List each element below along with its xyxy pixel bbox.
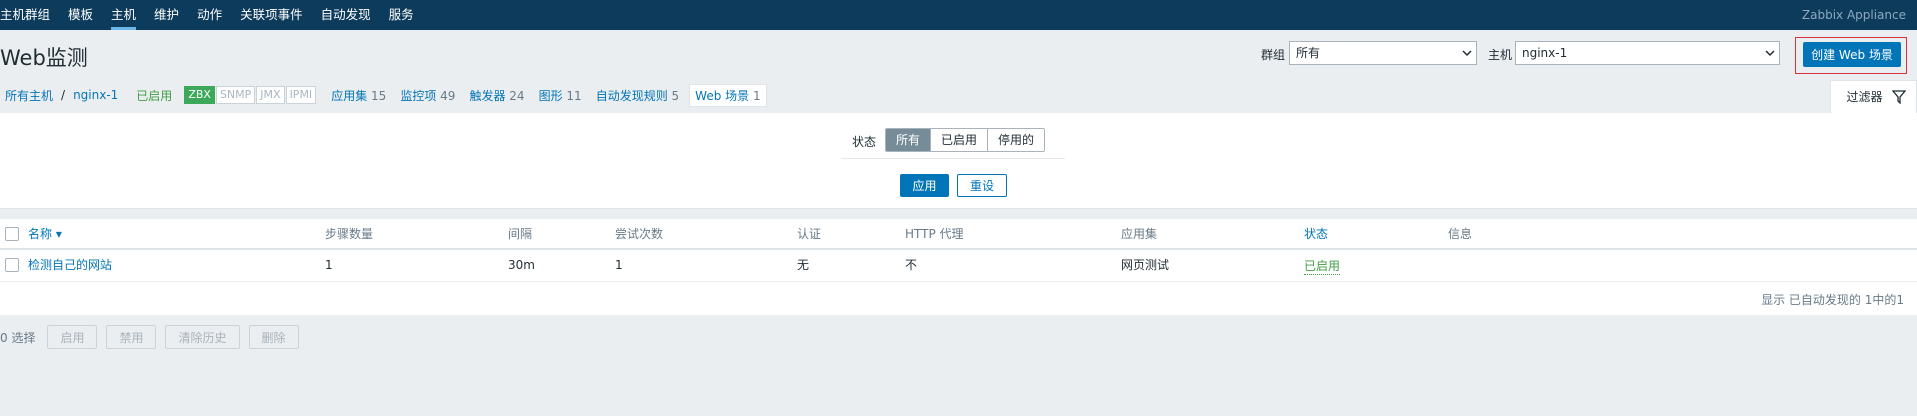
link-triggers[interactable]: 触发器 24 <box>469 87 524 104</box>
breadcrumb-all-hosts[interactable]: 所有主机 <box>5 87 53 104</box>
zbx-tag: ZBX <box>184 86 215 104</box>
brand-label: Zabbix Appliance <box>1801 8 1906 22</box>
nav-item-templates[interactable]: 模板 <box>59 0 102 30</box>
group-select[interactable]: 所有 <box>1289 41 1477 65</box>
group-label: 群组 <box>1261 48 1286 62</box>
host-select-value: nginx-1 <box>1522 46 1568 60</box>
disable-button[interactable]: 禁用 <box>106 325 157 349</box>
top-navigation: 主机群组 模板 主机 维护 动作 关联项事件 自动发现 服务 Zabbix Ap… <box>0 0 1917 30</box>
authentication-value: 无 <box>797 258 810 272</box>
chevron-down-icon <box>1765 50 1775 57</box>
select-all-checkbox[interactable] <box>5 227 19 241</box>
host-select[interactable]: nginx-1 <box>1515 41 1780 65</box>
status-link[interactable]: 已启用 <box>1304 258 1341 275</box>
state-option-all[interactable]: 所有 <box>886 129 931 151</box>
enable-button[interactable]: 启用 <box>47 325 98 349</box>
column-http-proxy: HTTP 代理 <box>905 227 964 241</box>
table-header: 名称 ▾ 步骤数量 间隔 尝试次数 认证 HTTP 代理 应用集 状态 信息 <box>0 219 1917 250</box>
nav-item-host-groups[interactable]: 主机群组 <box>0 0 59 30</box>
action-bar: 0 选择 启用 禁用 清除历史 删除 <box>0 325 308 349</box>
column-status[interactable]: 状态 <box>1304 219 1328 249</box>
link-items[interactable]: 监控项 49 <box>400 87 455 104</box>
web-scenarios-table: 名称 ▾ 步骤数量 间隔 尝试次数 认证 HTTP 代理 应用集 状态 信息 检… <box>0 219 1917 315</box>
selected-count: 0 选择 <box>0 330 36 345</box>
column-interval: 间隔 <box>508 227 533 241</box>
nav-item-services[interactable]: 服务 <box>380 0 423 30</box>
nav-item-actions[interactable]: 动作 <box>188 0 231 30</box>
filter-tab[interactable]: 过滤器 <box>1830 80 1917 113</box>
host-label: 主机 <box>1488 48 1513 62</box>
column-attempts: 尝试次数 <box>615 227 664 241</box>
chevron-down-icon <box>1462 50 1472 57</box>
group-select-value: 所有 <box>1296 46 1321 60</box>
reset-button[interactable]: 重设 <box>957 174 1007 197</box>
availability-tags: ZBX SNMP JMX IPMI <box>184 86 317 104</box>
steps-value: 1 <box>325 258 333 272</box>
apply-button[interactable]: 应用 <box>900 174 949 197</box>
page-title: Web监测 <box>0 46 88 70</box>
create-button-highlight: 创建 Web 场景 <box>1795 37 1907 74</box>
paging-summary: 显示 已自动发现的 1中的1 <box>1761 293 1904 307</box>
breadcrumb-separator: / <box>61 88 66 102</box>
filter-divider <box>841 158 1065 159</box>
filter-panel: 状态 所有 已启用 停用的 应用 重设 <box>0 113 1917 209</box>
nav-item-hosts[interactable]: 主机 <box>102 0 145 30</box>
application-value: 网页测试 <box>1121 258 1170 272</box>
tab-web-scenarios[interactable]: Web 场景 1 <box>689 83 767 107</box>
column-name[interactable]: 名称 ▾ <box>28 219 62 249</box>
filter-tab-label: 过滤器 <box>1846 90 1883 104</box>
http-proxy-value: 不 <box>905 258 918 272</box>
breadcrumb: 所有主机 / nginx-1 已启用 ZBX SNMP JMX IPMI 应用集… <box>0 83 767 107</box>
row-checkbox[interactable] <box>5 258 19 272</box>
snmp-tag: SNMP <box>215 86 256 104</box>
create-web-scenario-button[interactable]: 创建 Web 场景 <box>1803 42 1901 67</box>
delete-button[interactable]: 删除 <box>248 325 299 349</box>
state-segmented-control: 所有 已启用 停用的 <box>885 128 1046 152</box>
breadcrumb-host[interactable]: nginx-1 <box>73 88 118 102</box>
column-application: 应用集 <box>1121 227 1158 241</box>
state-label: 状态 <box>852 135 877 149</box>
nav-item-discovery[interactable]: 自动发现 <box>312 0 380 30</box>
clear-history-button[interactable]: 清除历史 <box>165 325 240 349</box>
ipmi-tag: IPMI <box>285 86 317 104</box>
link-discovery-rules[interactable]: 自动发现规则 5 <box>596 87 679 104</box>
nav-menu: 主机群组 模板 主机 维护 动作 关联项事件 自动发现 服务 <box>0 0 423 30</box>
jmx-tag: JMX <box>256 86 285 104</box>
interval-value: 30m <box>508 258 535 272</box>
scenario-name-link[interactable]: 检测自己的网站 <box>28 250 112 280</box>
column-authentication: 认证 <box>797 227 822 241</box>
state-option-enabled[interactable]: 已启用 <box>930 129 988 151</box>
table-row: 检测自己的网站 1 30m 1 无 不 网页测试 已启用 <box>0 250 1917 282</box>
link-graphs[interactable]: 图形 11 <box>539 87 582 104</box>
nav-item-maintenance[interactable]: 维护 <box>145 0 188 30</box>
nav-item-correlation[interactable]: 关联项事件 <box>231 0 312 30</box>
state-option-disabled[interactable]: 停用的 <box>987 129 1045 151</box>
column-info: 信息 <box>1448 227 1473 241</box>
host-status[interactable]: 已启用 <box>136 87 172 104</box>
attempts-value: 1 <box>615 258 623 272</box>
link-applications[interactable]: 应用集 15 <box>331 87 386 104</box>
column-steps: 步骤数量 <box>325 227 374 241</box>
filter-icon <box>1892 90 1906 104</box>
